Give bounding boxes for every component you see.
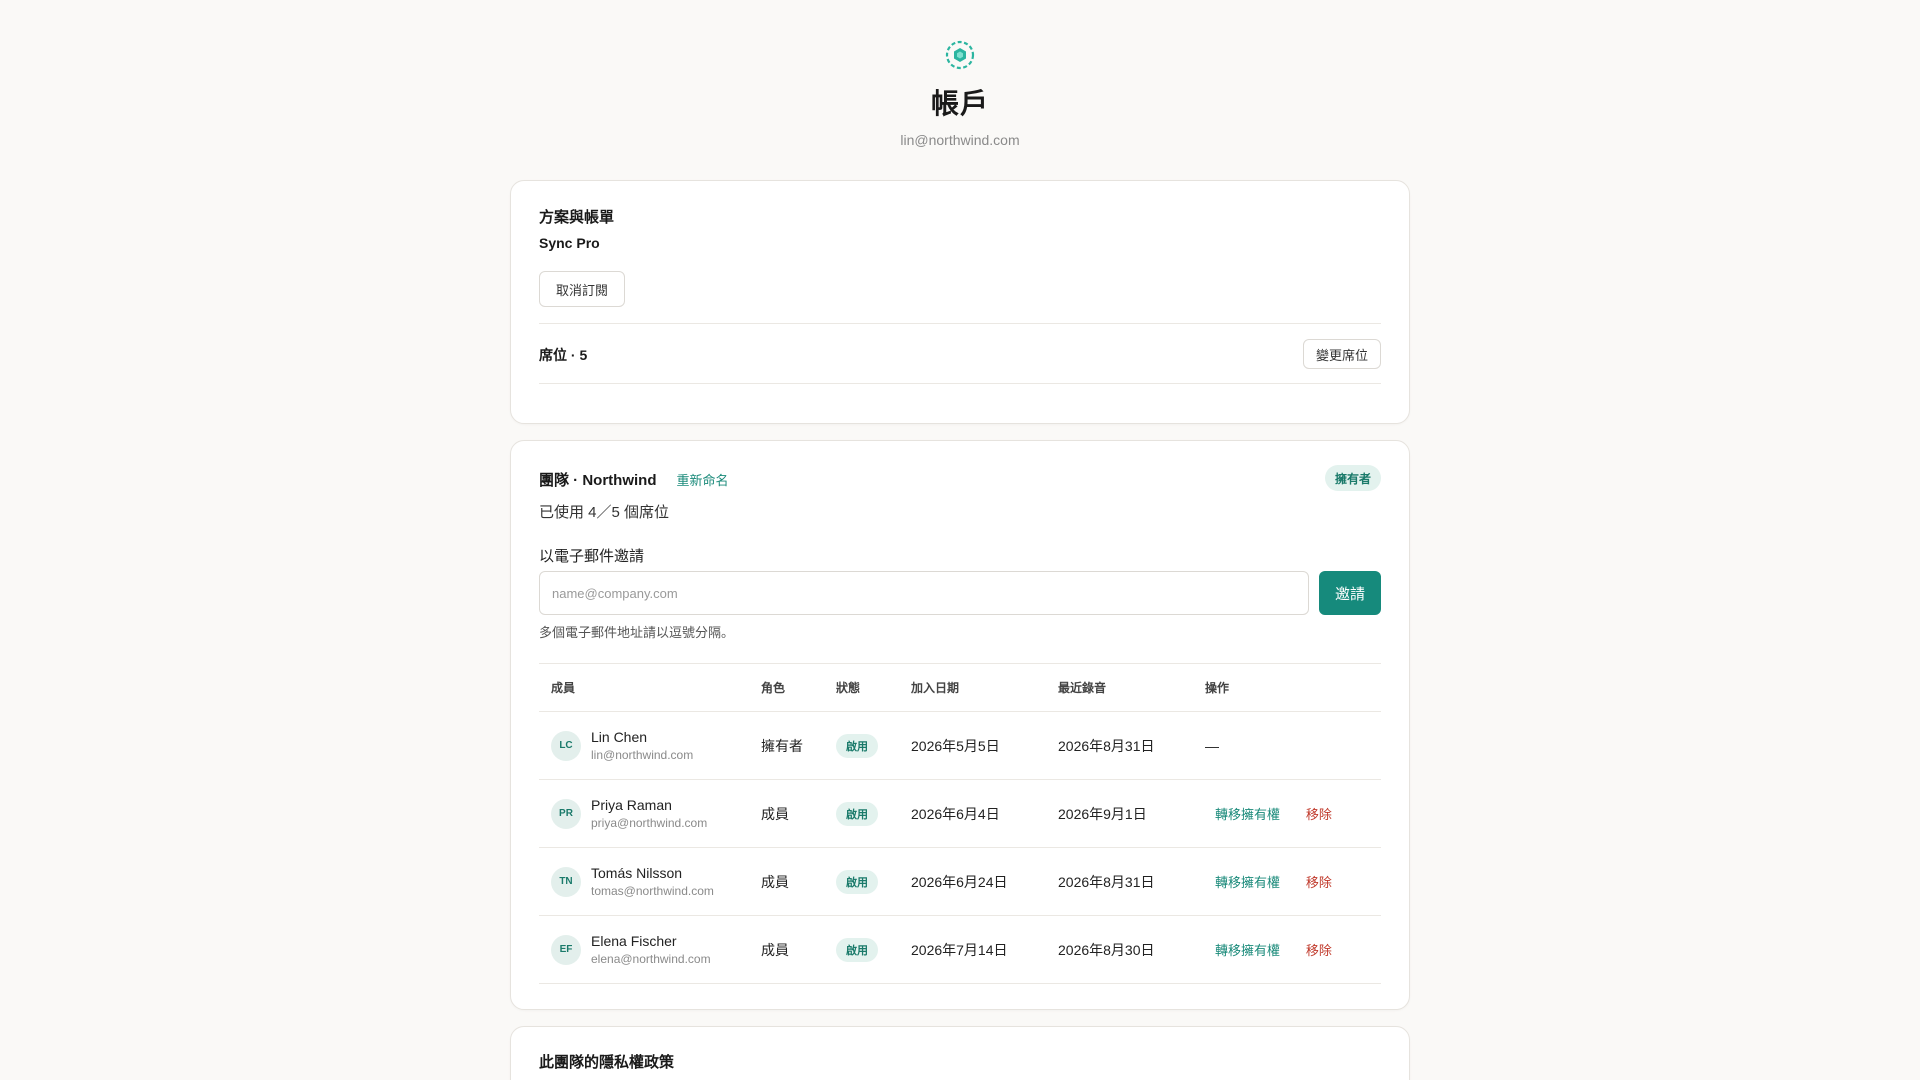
column-header-last-recording: 最近錄音	[1058, 663, 1205, 712]
divider	[539, 323, 1381, 324]
account-header: 帳戶 lin@northwind.com	[0, 38, 1920, 148]
member-name: Elena Fischer	[591, 933, 677, 949]
table-row: EF Elena Fischer elena@northwind.com 成員 …	[539, 915, 1381, 984]
member-role: 成員	[761, 915, 836, 984]
account-email: lin@northwind.com	[900, 132, 1020, 148]
column-header-status: 狀態	[836, 663, 911, 712]
member-cell: EF Elena Fischer elena@northwind.com	[551, 933, 761, 966]
page-title: 帳戶	[930, 88, 989, 119]
team-title: 團隊 · Northwind	[539, 472, 657, 489]
table-row: PR Priya Raman priya@northwind.com 成員 啟用…	[539, 779, 1381, 848]
member-last-recording: 2026年8月31日	[1058, 711, 1205, 780]
member-email: elena@northwind.com	[591, 952, 711, 966]
team-heading: 團隊 · Northwind 重新命名	[539, 469, 729, 490]
member-email: priya@northwind.com	[591, 816, 708, 830]
plan-heading: 方案與帳單	[539, 209, 615, 226]
status-badge: 啟用	[836, 733, 878, 758]
column-header-actions: 操作	[1205, 663, 1381, 712]
column-header-member: 成員	[539, 663, 761, 712]
seat-usage: 已使用 4／5 個席位	[539, 504, 670, 521]
status-badge: 啟用	[836, 869, 878, 894]
seats-label: 席位 · 5	[539, 347, 588, 363]
column-header-role: 角色	[761, 663, 836, 712]
hexagon-logo-icon	[945, 40, 975, 70]
plan-name: Sync Pro	[539, 235, 600, 251]
member-role: 擁有者	[761, 711, 836, 780]
column-header-joined: 加入日期	[911, 663, 1058, 712]
member-name: Lin Chen	[591, 729, 648, 745]
table-row: TN Tomás Nilsson tomas@northwind.com 成員 …	[539, 847, 1381, 916]
change-seats-button[interactable]: 變更席位	[1303, 339, 1381, 369]
plan-billing-card: 方案與帳單 Sync Pro 取消訂閱 席位 · 5 變更席位	[510, 180, 1410, 424]
member-email: tomas@northwind.com	[591, 884, 714, 898]
transfer-ownership-link[interactable]: 轉移擁有權	[1215, 807, 1280, 822]
invite-hint: 多個電子郵件地址請以逗號分隔。	[539, 625, 735, 640]
privacy-policy-card: 此團隊的隱私權政策	[510, 1026, 1410, 1080]
member-role: 成員	[761, 847, 836, 916]
invite-label: 以電子郵件邀請	[539, 548, 645, 565]
invite-button[interactable]: 邀請	[1319, 571, 1381, 615]
avatar: TN	[551, 866, 581, 897]
member-cell: LC Lin Chen lin@northwind.com	[551, 729, 761, 762]
member-cell: PR Priya Raman priya@northwind.com	[551, 797, 761, 830]
team-card: 團隊 · Northwind 重新命名 擁有者 已使用 4／5 個席位 以電子郵…	[510, 440, 1410, 1010]
avatar: PR	[551, 798, 581, 829]
avatar: EF	[551, 934, 581, 965]
rename-team-link[interactable]: 重新命名	[676, 470, 728, 489]
member-name: Tomás Nilsson	[591, 865, 683, 881]
member-joined: 2026年6月24日	[911, 847, 1058, 916]
member-joined: 2026年6月4日	[911, 779, 1058, 848]
member-last-recording: 2026年8月30日	[1058, 915, 1205, 984]
divider	[539, 383, 1381, 384]
members-table: 成員 角色 狀態 加入日期 最近錄音 操作 LC Lin Chen lin@no…	[539, 663, 1381, 984]
transfer-ownership-link[interactable]: 轉移擁有權	[1215, 875, 1280, 890]
no-action: —	[1205, 737, 1219, 754]
privacy-heading: 此團隊的隱私權政策	[539, 1054, 675, 1071]
status-badge: 啟用	[836, 801, 878, 826]
avatar: LC	[551, 730, 581, 761]
member-last-recording: 2026年8月31日	[1058, 847, 1205, 916]
member-email: lin@northwind.com	[591, 748, 694, 762]
member-role: 成員	[761, 779, 836, 848]
member-joined: 2026年5月5日	[911, 711, 1058, 780]
table-row: LC Lin Chen lin@northwind.com 擁有者 啟用 202…	[539, 711, 1381, 780]
remove-member-link[interactable]: 移除	[1306, 807, 1332, 822]
remove-member-link[interactable]: 移除	[1306, 875, 1332, 890]
remove-member-link[interactable]: 移除	[1306, 943, 1332, 958]
member-last-recording: 2026年9月1日	[1058, 779, 1205, 848]
transfer-ownership-link[interactable]: 轉移擁有權	[1215, 943, 1280, 958]
invite-email-input[interactable]	[539, 571, 1309, 615]
member-name: Priya Raman	[591, 797, 672, 813]
member-joined: 2026年7月14日	[911, 915, 1058, 984]
owner-badge: 擁有者	[1324, 465, 1381, 491]
cancel-subscription-button[interactable]: 取消訂閱	[539, 271, 625, 307]
table-header-row: 成員 角色 狀態 加入日期 最近錄音 操作	[539, 663, 1381, 712]
status-badge: 啟用	[836, 937, 878, 962]
member-cell: TN Tomás Nilsson tomas@northwind.com	[551, 865, 761, 898]
